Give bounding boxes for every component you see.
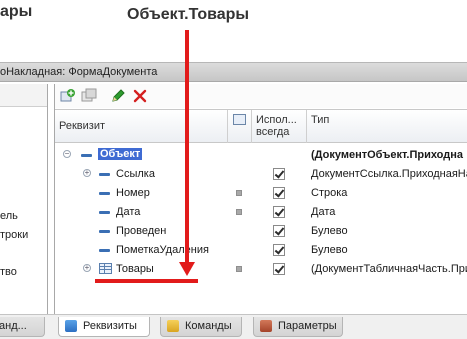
parameters-tab-icon: [260, 320, 272, 332]
tab-commands-left[interactable]: анд...: [0, 317, 45, 337]
tab-commands[interactable]: Команды: [160, 317, 242, 337]
form-title: оНакладная: ФормаДокумента: [0, 66, 158, 78]
attribute-icon: [99, 192, 110, 195]
attribute-name[interactable]: Ссылка: [116, 168, 155, 180]
use-always-checkbox[interactable]: [273, 206, 285, 218]
annotation-arrow-head: [179, 262, 195, 276]
attribute-type: Булево: [311, 244, 348, 256]
left-panel-item[interactable]: тво: [0, 266, 17, 278]
attribute-type: ДокументСсылка.ПриходнаяНа: [311, 168, 467, 180]
tabular-section-icon: [99, 263, 112, 274]
table-row[interactable]: + Ссылка ДокументСсылка.ПриходнаяНа: [55, 165, 467, 184]
attributes-toolbar: [55, 84, 467, 108]
setting-marker-icon[interactable]: [236, 190, 242, 196]
setting-marker-icon[interactable]: [236, 266, 242, 272]
copy-icon[interactable]: [81, 88, 97, 104]
annotation-underline: [95, 279, 198, 283]
table-row[interactable]: Дата Дата: [55, 203, 467, 222]
column-header-type[interactable]: Тип: [311, 114, 329, 126]
attribute-name[interactable]: Объект: [98, 148, 143, 160]
window-title-fragment: ары: [0, 3, 33, 20]
left-panel-item[interactable]: ель: [0, 210, 18, 222]
expand-icon[interactable]: +: [83, 169, 91, 177]
attribute-icon: [99, 173, 110, 176]
attribute-type: (ДокументТабличнаяЧасть.При: [311, 263, 467, 275]
bottom-tabs: анд... Реквизиты Команды Параметры: [0, 314, 467, 339]
attribute-icon: [99, 230, 110, 233]
attribute-icon: [81, 154, 92, 157]
attribute-icon: [99, 211, 110, 214]
use-always-checkbox[interactable]: [273, 263, 285, 275]
table-row[interactable]: Проведен Булево: [55, 222, 467, 241]
left-panel-item[interactable]: троки: [0, 229, 28, 241]
expand-icon[interactable]: +: [83, 264, 91, 272]
table-row[interactable]: ПометкаУдаления Булево: [55, 241, 467, 260]
attribute-name[interactable]: Номер: [116, 187, 150, 199]
column-settings-icon[interactable]: [233, 114, 246, 125]
tab-attributes[interactable]: Реквизиты: [58, 317, 150, 337]
attribute-name[interactable]: Товары: [116, 263, 154, 275]
attribute-type: Строка: [311, 187, 348, 199]
tab-parameters[interactable]: Параметры: [253, 317, 343, 337]
add-icon[interactable]: [60, 88, 76, 104]
setting-marker-icon[interactable]: [236, 209, 242, 215]
edit-icon[interactable]: [110, 88, 126, 104]
use-always-checkbox[interactable]: [273, 244, 285, 256]
attribute-name[interactable]: Дата: [116, 206, 140, 218]
attribute-type: Булево: [311, 225, 348, 237]
attributes-tab-icon: [65, 320, 77, 332]
left-panel: ель троки тво: [0, 84, 48, 314]
tab-label: анд...: [0, 320, 27, 332]
use-always-checkbox[interactable]: [273, 187, 285, 199]
table-row[interactable]: + Товары (ДокументТабличнаяЧасть.При: [55, 260, 467, 279]
delete-icon[interactable]: [132, 88, 148, 104]
column-header-attribute[interactable]: Реквизит: [59, 120, 105, 132]
attribute-name[interactable]: Проведен: [116, 225, 166, 237]
attribute-type: Дата: [311, 206, 336, 218]
form-title-bar: оНакладная: ФормаДокумента: [0, 62, 467, 82]
attribute-name[interactable]: ПометкаУдаления: [116, 244, 209, 256]
use-always-checkbox[interactable]: [273, 168, 285, 180]
tab-label: Реквизиты: [83, 320, 137, 332]
commands-tab-icon: [167, 320, 179, 332]
tab-label: Команды: [185, 320, 232, 332]
table-header: Реквизит Испол... всегда Тип: [55, 109, 467, 143]
left-panel-header: [0, 84, 47, 107]
attribute-icon: [99, 249, 110, 252]
column-header-use-always[interactable]: Испол... всегда: [256, 114, 306, 138]
annotation-label: Объект.Товары: [127, 6, 250, 23]
use-always-checkbox[interactable]: [273, 225, 285, 237]
table-row[interactable]: Номер Строка: [55, 184, 467, 203]
tab-label: Параметры: [278, 320, 337, 332]
annotation-arrow-shaft: [185, 30, 189, 265]
attribute-type: (ДокументОбъект.Приходна: [311, 149, 463, 161]
collapse-icon[interactable]: −: [63, 150, 71, 158]
table-row[interactable]: − Объект (ДокументОбъект.Приходна: [55, 146, 467, 165]
